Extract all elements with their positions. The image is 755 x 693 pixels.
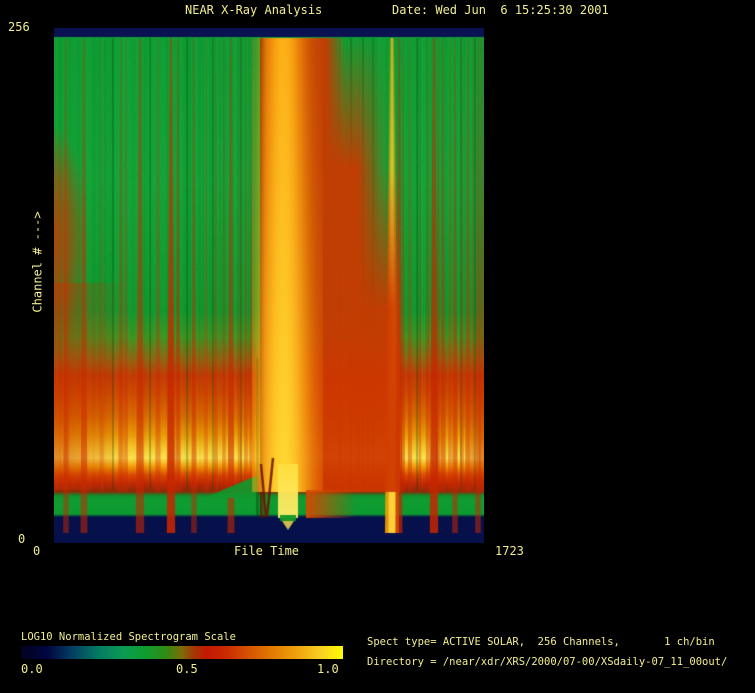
- x-axis-title: File Time: [234, 544, 300, 558]
- spectrogram-canvas: [54, 28, 484, 543]
- x-axis-max-label: 1723: [495, 544, 524, 558]
- spect-type-info: Spect type= ACTIVE SOLAR, 256 Channels, …: [367, 636, 715, 648]
- x-axis-min-label: 0: [33, 544, 41, 558]
- page-title: NEAR X-Ray Analysis: [185, 3, 323, 17]
- directory-info: Directory = /near/xdr/XRS/2000/07-00/XSd…: [367, 656, 728, 668]
- near-xray-analysis-window: NEAR X-Ray Analysis Date: Wed Jun 6 15:2…: [0, 0, 755, 693]
- colorbar-tick-0: 0.0: [21, 662, 43, 676]
- colorbar-tick-05: 0.5: [176, 662, 198, 676]
- colorbar-title: LOG10 Normalized Spectrogram Scale: [21, 631, 236, 643]
- y-axis-max-label: 256: [8, 20, 30, 34]
- date-label: Date: Wed Jun 6 15:25:30 2001: [392, 3, 609, 17]
- colorbar-gradient: [21, 646, 343, 659]
- y-axis-min-label: 0: [18, 532, 26, 546]
- y-axis-title: Channel # --->: [30, 211, 45, 313]
- colorbar-tick-1: 1.0: [317, 662, 339, 676]
